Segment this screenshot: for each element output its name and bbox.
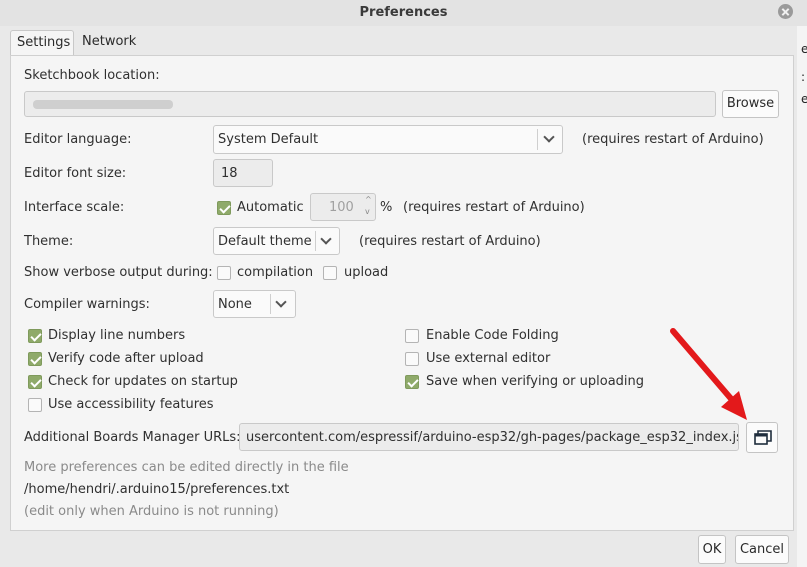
blurred-path [33, 100, 173, 109]
compilation-label: compilation [237, 265, 314, 280]
theme-select[interactable]: Default theme [213, 227, 340, 255]
background-window-strip [797, 0, 807, 567]
ok-button-label: OK [702, 542, 722, 557]
chevron-down-icon [320, 233, 332, 245]
spinner-down-icon[interactable]: v [365, 207, 370, 216]
display-line-numbers-checkbox[interactable] [28, 329, 42, 343]
theme-label: Theme: [24, 234, 74, 249]
tab-settings[interactable]: Settings [10, 30, 74, 56]
font-size-value: 18 [221, 166, 238, 181]
check-updates-checkbox[interactable] [28, 375, 42, 389]
window-title: Preferences [359, 5, 448, 20]
check-updates-label: Check for updates on startup [48, 374, 238, 389]
close-icon[interactable] [778, 4, 793, 19]
theme-note: (requires restart of Arduino) [359, 234, 541, 249]
interface-scale-note: (requires restart of Arduino) [403, 200, 585, 215]
font-size-field[interactable]: 18 [213, 159, 273, 187]
theme-value: Default theme [218, 234, 312, 249]
verbose-output-label: Show verbose output during: [24, 265, 213, 280]
annotation-arrow-icon [670, 328, 747, 420]
chevron-down-icon [275, 296, 287, 308]
editor-language-value: System Default [218, 132, 319, 147]
accessibility-checkbox[interactable] [28, 398, 42, 412]
upload-checkbox[interactable] [323, 266, 337, 280]
editor-language-label: Editor language: [24, 132, 132, 147]
chevron-down-icon [543, 131, 555, 143]
cancel-button-label: Cancel [739, 542, 785, 557]
external-editor-checkbox[interactable] [405, 352, 419, 366]
interface-scale-spinner[interactable]: 100 ^ v [310, 193, 376, 221]
boards-urls-edit-button[interactable] [746, 422, 778, 453]
automatic-scale-label: Automatic [237, 200, 304, 215]
boards-urls-label: Additional Boards Manager URLs: [24, 430, 241, 445]
interface-scale-label: Interface scale: [24, 200, 125, 215]
save-when-verifying-checkbox[interactable] [405, 375, 419, 389]
more-preferences-text: More preferences can be edited directly … [24, 460, 349, 475]
select-divider [315, 231, 316, 251]
interface-scale-unit: % [380, 200, 393, 215]
title-bar: Preferences [0, 0, 807, 26]
edit-note: (edit only when Arduino is not running) [24, 504, 279, 519]
boards-urls-value: usercontent.com/espressif/arduino-esp32/… [246, 430, 739, 445]
display-line-numbers-label: Display line numbers [48, 328, 186, 343]
background-window-fragment: e [801, 92, 807, 106]
font-size-label: Editor font size: [24, 166, 127, 181]
editor-language-select[interactable]: System Default [213, 125, 563, 154]
background-window-fragment: : [801, 70, 806, 84]
interface-scale-value: 100 [329, 200, 354, 215]
browse-button-label: Browse [726, 96, 775, 111]
sketchbook-label: Sketchbook location: [24, 68, 160, 83]
select-divider [270, 294, 271, 314]
compiler-warnings-label: Compiler warnings: [24, 297, 150, 312]
sketchbook-location-field[interactable] [24, 91, 716, 117]
compilation-checkbox[interactable] [217, 266, 231, 280]
boards-urls-field[interactable]: usercontent.com/espressif/arduino-esp32/… [239, 423, 739, 451]
spinner-up-icon[interactable]: ^ [365, 195, 372, 204]
code-folding-checkbox[interactable] [405, 329, 419, 343]
tab-network[interactable]: Network [76, 30, 142, 56]
compiler-warnings-select[interactable]: None [213, 290, 296, 318]
editor-language-note: (requires restart of Arduino) [582, 132, 764, 147]
automatic-scale-checkbox[interactable] [217, 201, 231, 215]
ok-button[interactable]: OK [698, 535, 726, 564]
code-folding-label: Enable Code Folding [426, 328, 559, 343]
external-editor-label: Use external editor [426, 351, 551, 366]
browse-button[interactable]: Browse [722, 90, 779, 118]
save-when-verifying-label: Save when verifying or uploading [426, 374, 645, 389]
upload-label: upload [344, 265, 389, 280]
background-window-fragment: e [801, 42, 807, 56]
tab-network-label: Network [82, 34, 137, 49]
compiler-warnings-value: None [218, 297, 252, 312]
preferences-file-path: /home/hendri/.arduino15/preferences.txt [24, 482, 290, 497]
accessibility-label: Use accessibility features [48, 397, 214, 412]
verify-after-upload-checkbox[interactable] [28, 352, 42, 366]
verify-after-upload-label: Verify code after upload [48, 351, 204, 366]
select-divider [537, 129, 538, 150]
window-icon [754, 430, 772, 445]
tab-settings-label: Settings [17, 35, 71, 50]
cancel-button[interactable]: Cancel [735, 535, 789, 564]
